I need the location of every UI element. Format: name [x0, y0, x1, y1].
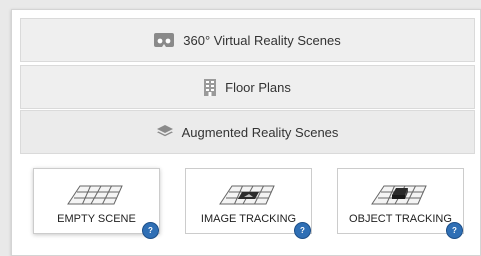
- building-icon: [204, 78, 217, 96]
- object-tracking-card[interactable]: OBJECT TRACKING ?: [337, 168, 464, 239]
- image-tracking-card[interactable]: IMAGE TRACKING ?: [185, 168, 312, 239]
- section-label: 360° Virtual Reality Scenes: [183, 32, 341, 48]
- card-label: OBJECT TRACKING: [349, 213, 452, 225]
- help-badge[interactable]: ?: [294, 222, 311, 239]
- section-ar-scenes[interactable]: Augmented Reality Scenes: [20, 110, 475, 154]
- scene-type-panel: 360° Virtual Reality Scenes Floor Plans: [11, 9, 481, 256]
- section-label: Augmented Reality Scenes: [181, 124, 339, 140]
- card-label: IMAGE TRACKING: [200, 213, 297, 225]
- section-vr-scenes[interactable]: 360° Virtual Reality Scenes: [20, 18, 475, 62]
- section-label: Floor Plans: [225, 79, 291, 95]
- card-label: EMPTY SCENE: [57, 213, 136, 225]
- empty-scene-card[interactable]: EMPTY SCENE ?: [33, 168, 160, 239]
- layers-icon: [156, 125, 173, 139]
- section-floor-plans[interactable]: Floor Plans: [20, 65, 475, 109]
- object-tracking-icon: [370, 178, 432, 213]
- help-badge[interactable]: ?: [446, 222, 463, 239]
- image-tracking-icon: [218, 178, 280, 213]
- help-badge[interactable]: ?: [142, 222, 159, 239]
- empty-grid-icon: [66, 178, 128, 213]
- vr-headset-icon: [154, 33, 175, 47]
